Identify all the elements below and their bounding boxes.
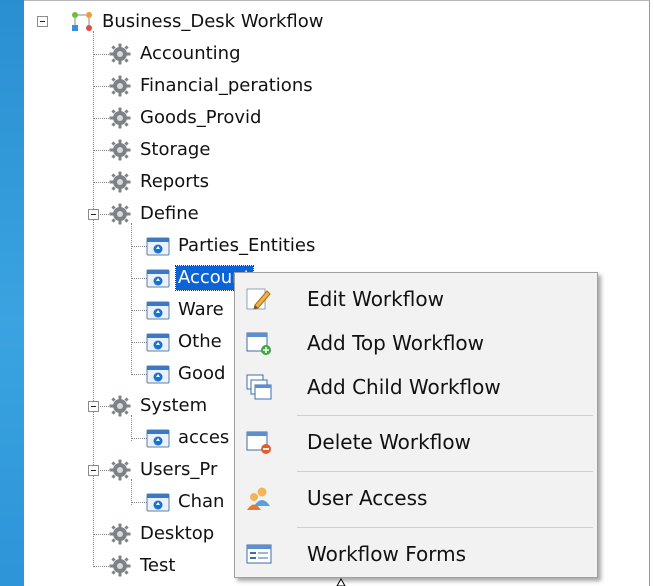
workflow-forms-icon: [246, 544, 272, 564]
menu-item-label: Edit Workflow: [307, 287, 444, 311]
tree-node-storage[interactable]: Storage: [108, 136, 212, 164]
form-icon: [146, 237, 170, 256]
tree-node-label: System: [140, 395, 208, 416]
menu-item-label: Add Child Workflow: [307, 375, 501, 399]
tree-node-goods-provid[interactable]: Goods_Provid: [108, 104, 263, 132]
tree-node-ware[interactable]: Ware: [146, 296, 226, 324]
menu-separator: [297, 527, 593, 528]
tree-node-label: Define: [140, 203, 199, 224]
menu-item-add-child-workflow[interactable]: Add Child Workflow: [235, 365, 597, 409]
form-icon: [146, 301, 170, 320]
collapse-toggle-define[interactable]: [88, 209, 99, 220]
tree-node-othe[interactable]: Othe: [146, 328, 224, 356]
tree-node-good[interactable]: Good: [146, 360, 227, 388]
collapse-toggle-root[interactable]: [37, 16, 48, 27]
menu-separator: [297, 471, 593, 472]
tree-node-label: Desktop: [140, 523, 215, 544]
tree-node-accounting[interactable]: Accounting: [108, 40, 243, 68]
tree-node-label: Reports: [140, 171, 210, 192]
menu-item-workflow-forms[interactable]: Workflow Forms: [235, 532, 597, 576]
tree-node-chan[interactable]: Chan: [146, 488, 226, 516]
menu-item-label: Workflow Forms: [307, 542, 466, 566]
tree-node-label: Goods_Provid: [140, 107, 262, 128]
menu-item-label: User Access: [307, 486, 428, 510]
tree-line: [131, 438, 147, 439]
form-icon: [146, 493, 170, 512]
tree-line: [131, 374, 147, 375]
mouse-cursor-icon: [336, 578, 346, 586]
tree-line: [93, 566, 109, 567]
tree-node-label: Users_Pr: [140, 459, 218, 480]
tree-line: [93, 86, 109, 87]
tree-line: [93, 118, 109, 119]
tree-node-root[interactable]: Business_Desk Workflow: [70, 8, 325, 36]
menu-item-user-access[interactable]: User Access: [235, 476, 597, 520]
tree-node-users-pr[interactable]: Users_Pr: [108, 456, 219, 484]
tree-line: [93, 54, 109, 55]
tree-node-label: Business_Desk Workflow: [102, 11, 324, 32]
menu-separator: [297, 415, 593, 416]
gear-icon: [109, 203, 131, 225]
gear-icon: [109, 139, 131, 161]
tree-node-label: Chan: [178, 491, 225, 512]
collapse-toggle-users[interactable]: [88, 465, 99, 476]
context-menu[interactable]: Edit Workflow Add Top Workflow Add Child…: [234, 272, 598, 578]
tree-node-label: Financial_perations: [140, 75, 313, 96]
gear-icon: [109, 395, 131, 417]
add-child-workflow-icon: [246, 374, 272, 400]
tree-node-label: Test: [140, 555, 176, 576]
workflow-hierarchy-icon: [72, 12, 92, 31]
gear-icon: [109, 75, 131, 97]
gear-icon: [109, 43, 131, 65]
menu-item-add-top-workflow[interactable]: Add Top Workflow: [235, 321, 597, 365]
tree-line: [131, 310, 147, 311]
tree-line: [93, 31, 94, 567]
tree-node-label: Good: [178, 363, 226, 384]
tree-node-desktop[interactable]: Desktop: [108, 520, 216, 548]
tree-line: [131, 246, 147, 247]
form-icon: [146, 429, 170, 448]
tree-node-reports[interactable]: Reports: [108, 168, 211, 196]
tree-line: [93, 150, 109, 151]
tree-node-financial-operations[interactable]: Financial_perations: [108, 72, 315, 100]
tree-node-test[interactable]: Test: [108, 552, 177, 580]
form-icon: [146, 333, 170, 352]
menu-item-edit-workflow[interactable]: Edit Workflow: [235, 277, 597, 321]
tree-node-label: Parties_Entities: [178, 235, 316, 256]
tree-node-label: acces: [178, 427, 230, 448]
tree-node-label: Accounting: [140, 43, 241, 64]
tree-line: [93, 534, 109, 535]
tree-node-label: Othe: [178, 331, 222, 352]
gear-icon: [109, 459, 131, 481]
collapse-toggle-system[interactable]: [88, 401, 99, 412]
tree-node-label: Storage: [140, 139, 211, 160]
tree-node-acces[interactable]: acces: [146, 424, 231, 452]
tree-line: [131, 278, 147, 279]
gear-icon: [109, 555, 131, 577]
add-top-workflow-icon: [246, 332, 271, 355]
menu-item-label: Delete Workflow: [307, 430, 471, 454]
tree-node-label: Ware: [178, 299, 224, 320]
tree-line: [131, 502, 147, 503]
form-icon: [146, 365, 170, 384]
user-access-icon: [247, 487, 270, 510]
window-edge-strip: [0, 0, 24, 586]
tree-node-system[interactable]: System: [108, 392, 209, 420]
delete-workflow-icon: [246, 431, 271, 454]
menu-item-delete-workflow[interactable]: Delete Workflow: [235, 420, 597, 464]
gear-icon: [109, 523, 131, 545]
tree-line: [93, 182, 109, 183]
form-icon: [146, 269, 170, 288]
menu-item-label: Add Top Workflow: [307, 331, 485, 355]
edit-pencil-icon: [246, 288, 271, 310]
tree-node-parties-entities[interactable]: Parties_Entities: [146, 232, 317, 260]
gear-icon: [109, 107, 131, 129]
gear-icon: [109, 171, 131, 193]
tree-node-define[interactable]: Define: [108, 200, 201, 228]
tree-line: [131, 342, 147, 343]
